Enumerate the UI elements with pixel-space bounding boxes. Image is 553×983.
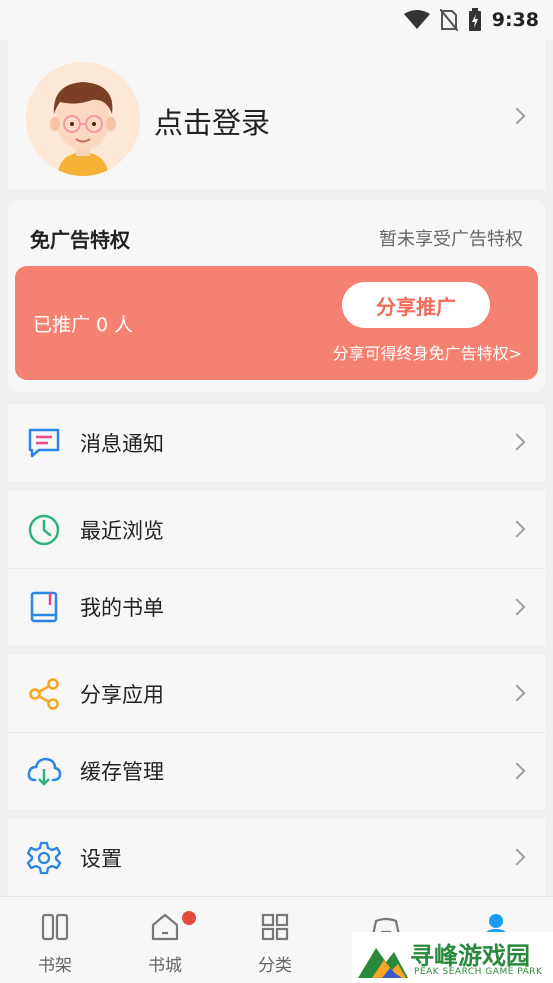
promo-note[interactable]: 分享可得终身免广告特权> (333, 340, 522, 364)
wifi-icon (403, 10, 430, 29)
clock-icon (28, 514, 60, 545)
chevron-right-icon (508, 520, 526, 538)
menu-item-messages[interactable]: 消息通知 (8, 404, 545, 481)
chevron-right-icon (508, 107, 526, 125)
menu-item-settings[interactable]: 设置 (8, 819, 545, 896)
menu-group-app: 分享应用 缓存管理 (8, 655, 545, 809)
chevron-right-icon (508, 848, 526, 866)
tab-label: 分类 (258, 956, 292, 976)
home-icon (151, 913, 179, 941)
share-icon (29, 677, 59, 710)
no-sim-icon (439, 9, 458, 31)
chevron-right-icon (508, 684, 526, 702)
menu-label: 最近浏览 (80, 518, 164, 543)
menu-group-messages: 消息通知 (8, 404, 545, 481)
promoted-count: 已推广 0 人 (33, 314, 134, 336)
message-icon (28, 428, 60, 457)
avatar[interactable] (26, 62, 140, 176)
menu-label: 缓存管理 (80, 760, 164, 784)
status-time: 9:38 (491, 9, 539, 31)
tab-label: 书城 (148, 956, 182, 976)
promo-banner: 已推广 0 人 分享推广 分享可得终身免广告特权> (15, 266, 538, 380)
notification-dot (182, 911, 196, 925)
menu-group-settings: 设置 (8, 819, 545, 896)
menu-item-recent[interactable]: 最近浏览 (8, 491, 545, 568)
share-promo-button[interactable]: 分享推广 (342, 282, 490, 328)
cloud-download-icon (27, 757, 62, 786)
gear-icon (26, 841, 62, 874)
menu-label: 消息通知 (80, 431, 164, 456)
battery-charging-icon (468, 8, 481, 31)
bookshelf-icon (41, 913, 69, 941)
chevron-right-icon (508, 433, 526, 451)
login-text[interactable]: 点击登录 (154, 100, 270, 142)
menu-item-cache[interactable]: 缓存管理 (8, 732, 545, 809)
menu-label: 分享应用 (80, 682, 164, 707)
profile-card[interactable]: 点击登录 (8, 40, 545, 190)
ad-free-title: 免广告特权 (30, 228, 130, 252)
mountain-logo-icon (358, 948, 408, 978)
book-icon (30, 591, 58, 623)
menu-item-share-app[interactable]: 分享应用 (8, 655, 545, 732)
status-bar: 9:38 (0, 0, 553, 40)
menu-item-booklist[interactable]: 我的书单 (8, 568, 545, 645)
chevron-right-icon (508, 598, 526, 616)
grid-icon (261, 913, 289, 941)
watermark-logo: 寻峰游戏园 PEAK SEARCH GAME PARK (352, 932, 553, 983)
ad-free-status: 暂未享受广告特权 (379, 229, 523, 250)
tab-label: 书架 (38, 956, 72, 976)
menu-label: 设置 (80, 846, 122, 871)
menu-group-browse: 最近浏览 我的书单 (8, 491, 545, 645)
ad-free-card: 免广告特权 暂未享受广告特权 已推广 0 人 分享推广 分享可得终身免广告特权> (8, 200, 545, 392)
chevron-right-icon (508, 762, 526, 780)
watermark-title: 寻峰游戏园 (410, 942, 530, 970)
tab-bookshelf[interactable]: 书架 (0, 897, 110, 983)
tab-category[interactable]: 分类 (220, 897, 330, 983)
watermark-subtitle: PEAK SEARCH GAME PARK (414, 967, 543, 977)
tab-bookstore[interactable]: 书城 (110, 897, 220, 983)
menu-label: 我的书单 (80, 596, 164, 620)
